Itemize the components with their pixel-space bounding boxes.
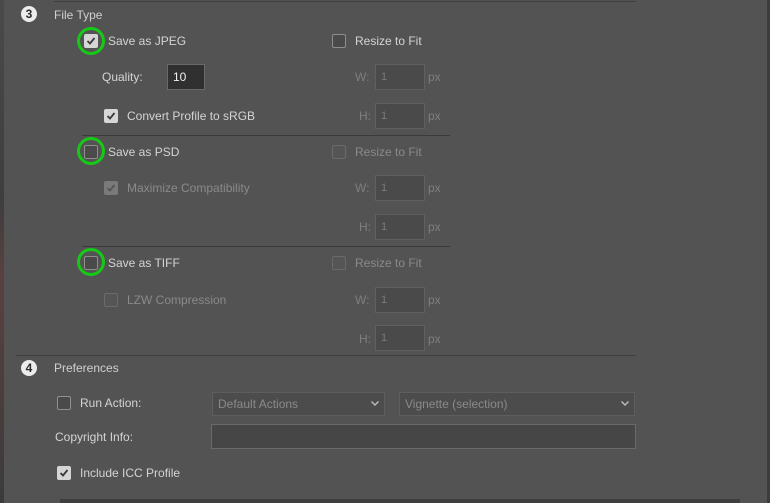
include-icc-label: Include ICC Profile (80, 466, 181, 480)
top-divider (54, 1, 636, 2)
lzw-compression-label: LZW Compression (127, 293, 227, 307)
psd-width-unit: px (428, 181, 441, 195)
checkmark-icon (59, 469, 69, 477)
psd-tiff-divider (82, 246, 450, 247)
action-value: Vignette (selection) (405, 397, 508, 411)
save-as-jpeg-label: Save as JPEG (108, 34, 187, 48)
tiff-width-unit: px (428, 293, 441, 307)
save-as-jpeg-checkbox[interactable] (84, 34, 98, 48)
action-set-select[interactable]: Default Actions (212, 392, 385, 416)
jpeg-resize-to-fit-label: Resize to Fit (355, 34, 422, 48)
section-divider (16, 355, 636, 356)
chevron-down-icon (371, 401, 379, 406)
copyright-label: Copyright Info: (55, 430, 134, 444)
run-action-checkbox[interactable] (57, 396, 71, 410)
action-set-value: Default Actions (218, 397, 299, 411)
save-as-psd-checkbox[interactable] (84, 145, 98, 159)
section-4-title: Preferences (54, 361, 119, 375)
chevron-down-icon (621, 401, 629, 406)
save-as-tiff-checkbox[interactable] (84, 256, 98, 270)
lzw-compression-checkbox[interactable] (104, 293, 118, 307)
tiff-width-label: W: (355, 293, 370, 307)
tiff-height-unit: px (428, 332, 441, 346)
psd-width-label: W: (355, 181, 370, 195)
jpeg-psd-divider (82, 135, 450, 136)
save-as-psd-label: Save as PSD (108, 145, 180, 159)
maximize-compatibility-checkbox[interactable] (104, 181, 118, 195)
checkmark-icon (106, 184, 116, 192)
bottom-partial-bar (60, 499, 740, 503)
maximize-compatibility-label: Maximize Compatibility (127, 181, 250, 195)
checkmark-icon (86, 37, 96, 45)
section-3-title: File Type (54, 8, 103, 22)
psd-height-label: H: (359, 220, 371, 234)
section-4-badge: 4 (21, 360, 37, 376)
jpeg-width-unit: px (428, 70, 441, 84)
psd-width-input[interactable]: 1 (375, 175, 425, 201)
section-3-badge: 3 (21, 6, 37, 22)
convert-srgb-label: Convert Profile to sRGB (127, 109, 256, 123)
psd-height-input[interactable]: 1 (375, 214, 425, 240)
psd-resize-to-fit-label: Resize to Fit (355, 145, 422, 159)
run-action-label: Run Action: (80, 396, 142, 410)
quality-label: Quality: (102, 70, 143, 84)
jpeg-resize-to-fit-checkbox[interactable] (332, 34, 346, 48)
checkmark-icon (106, 112, 116, 120)
psd-height-unit: px (428, 220, 441, 234)
copyright-input[interactable] (211, 424, 636, 449)
quality-input[interactable]: 10 (167, 64, 205, 90)
include-icc-checkbox[interactable] (57, 466, 71, 480)
jpeg-height-input[interactable]: 1 (375, 103, 425, 129)
left-edge-strip (0, 0, 4, 503)
tiff-width-input[interactable]: 1 (375, 287, 425, 313)
psd-resize-to-fit-checkbox[interactable] (332, 145, 346, 159)
jpeg-width-label: W: (355, 70, 370, 84)
tiff-resize-to-fit-checkbox[interactable] (332, 256, 346, 270)
tiff-height-input[interactable]: 1 (375, 325, 425, 351)
jpeg-height-unit: px (428, 109, 441, 123)
convert-srgb-checkbox[interactable] (104, 109, 118, 123)
action-select[interactable]: Vignette (selection) (399, 392, 635, 416)
tiff-height-label: H: (359, 332, 371, 346)
save-as-tiff-label: Save as TIFF (108, 256, 180, 270)
jpeg-height-label: H: (359, 109, 371, 123)
tiff-resize-to-fit-label: Resize to Fit (355, 256, 422, 270)
jpeg-width-input[interactable]: 1 (375, 64, 425, 90)
